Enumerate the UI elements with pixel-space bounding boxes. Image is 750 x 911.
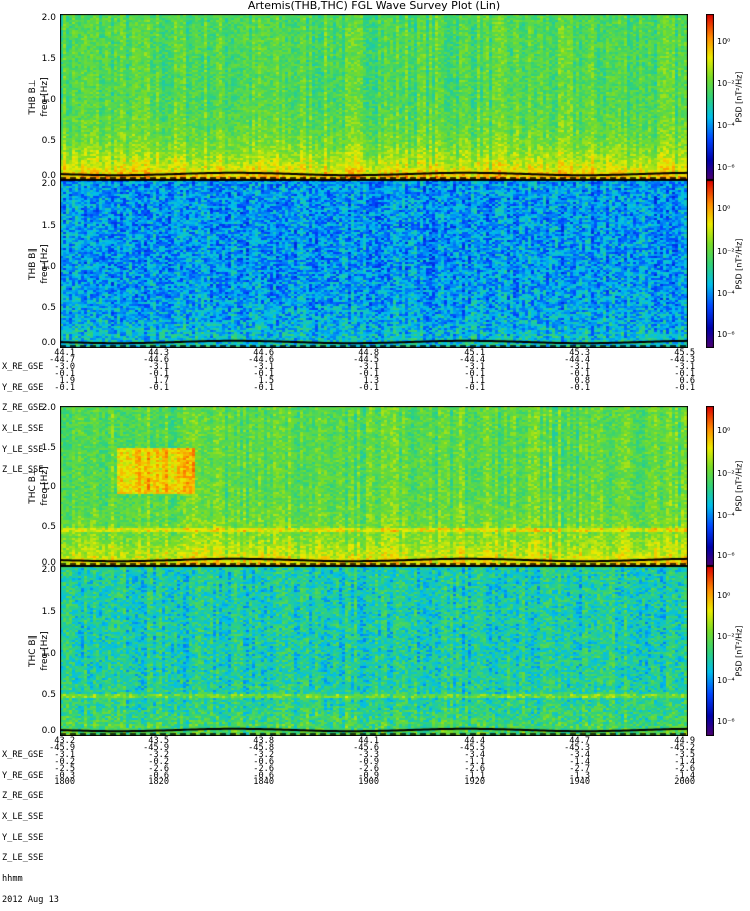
ytick: 2.0: [41, 13, 56, 23]
ephem-label: Z_RE_GSE: [2, 791, 44, 802]
ephem-label: 2012 Aug 13: [2, 894, 59, 905]
cbtick: 10⁰: [717, 591, 731, 600]
ytick: 0.5: [41, 690, 56, 700]
spectrogram-thb-bpar: [60, 180, 688, 348]
cblabel-3: PSD [nT²/Hz]: [734, 460, 744, 512]
cblabel-2: PSD [nT²/Hz]: [734, 238, 744, 290]
ytick: 1.5: [41, 221, 56, 231]
cbtick: 10⁰: [717, 37, 731, 46]
ephem-column: 44.9 -45.2 -3.5 -1.4 -2.6 -1.4 2000: [669, 736, 695, 788]
ytick: 1.0: [41, 95, 56, 105]
cbtick: 10⁻⁴: [717, 511, 735, 520]
ephem-label: hhmm: [2, 874, 23, 885]
ytick: 1.5: [41, 607, 56, 617]
ytick: 1.5: [41, 443, 56, 453]
ephem-column: 44.1 -45.6 -3.3 -0.9 -2.6 -0.9 1900: [353, 736, 379, 788]
ytick: 0.5: [41, 136, 56, 146]
cbtick: 10⁻⁴: [717, 121, 735, 130]
spectrogram-thc-bpar: [60, 566, 688, 736]
colorbar-3: [706, 406, 714, 566]
colorbar-4: [706, 566, 714, 736]
cblabel-4: PSD [nT²/Hz]: [734, 625, 744, 677]
cbtick: 10⁰: [717, 204, 731, 213]
ytick: 0.5: [41, 522, 56, 532]
ephem-column: 43.5 -45.9 -3.2 -0.2 -2.6 -0.6 1820: [143, 736, 169, 788]
cbtick: 10⁻²: [717, 247, 735, 256]
ephem-label: Z_LE_SSE: [2, 853, 44, 864]
ytick: 0.0: [41, 726, 56, 736]
ytick: 2.0: [41, 179, 56, 189]
cbtick: 10⁻²: [717, 632, 735, 641]
cbtick: 10⁻⁴: [717, 289, 735, 298]
cbtick: 10⁻⁶: [717, 551, 735, 560]
cbtick: 10⁻⁴: [717, 676, 735, 685]
ephem-column: 44.8 -44.5 -3.1 -0.1 1.3 -0.1: [353, 348, 379, 393]
spectrogram-thc-bperp: [60, 406, 688, 566]
cblabel-1: PSD [nT²/Hz]: [734, 71, 744, 123]
ephem-label: Y_LE_SSE: [2, 832, 44, 843]
colorbar-2: [706, 180, 714, 348]
ephem-column: 43.8 -45.8 -3.2 -0.6 -2.6 -0.6 1840: [248, 736, 274, 788]
cbtick: 10⁻²: [717, 79, 735, 88]
ephem-column: 45.1 -44.4 -3.1 -0.1 1.1 -0.1: [459, 348, 485, 393]
ephem-column: 45.5 -44.3 -3.1 -0.1 0.6 -0.1: [669, 348, 695, 393]
cbtick: 10⁻⁶: [717, 717, 735, 726]
cbtick: 10⁻⁶: [717, 330, 735, 339]
ephem-column: 44.4 -45.5 -3.4 -1.1 -2.6 -1.1 1920: [459, 736, 485, 788]
plot-title: Artemis(THB,THC) FGL Wave Survey Plot (L…: [247, 0, 501, 12]
ephem-label: X_LE_SSE: [2, 811, 44, 822]
ephem-column: 44.1 -44.7 -3.0 -0.1 1.9 -0.1: [49, 348, 75, 393]
ytick: 2.0: [41, 565, 56, 575]
cbtick: 10⁰: [717, 426, 731, 435]
ytick: 2.0: [41, 403, 56, 413]
ephem-column: 43.2 -45.9 -3.1 -0.2 -2.5 -0.3 1800: [49, 736, 75, 788]
ytick: 1.0: [41, 262, 56, 272]
ytick: 0.0: [41, 338, 56, 348]
ytick: 1.5: [41, 54, 56, 64]
ephem-column: 44.6 -44.6 -3.1 -0.1 1.5 -0.1: [248, 348, 274, 393]
spectrogram-thb-bperp: [60, 14, 688, 180]
ytick: 1.0: [41, 649, 56, 659]
ephem-column: 45.3 -44.4 -3.1 -0.1 0.8 -0.1: [564, 348, 590, 393]
ephem-column: 44.3 -44.6 -3.1 -0.1 1.7 -0.1: [143, 348, 169, 393]
ytick: 0.5: [41, 303, 56, 313]
ephem-column: 44.7 -45.3 -3.4 -1.4 -2.7 -1.3 1940: [564, 736, 590, 788]
ephem-label: X_LE_SSE: [2, 423, 44, 434]
cbtick: 10⁻²: [717, 469, 735, 478]
cbtick: 10⁻⁶: [717, 163, 735, 172]
colorbar-1: [706, 14, 714, 180]
ytick: 1.0: [41, 482, 56, 492]
